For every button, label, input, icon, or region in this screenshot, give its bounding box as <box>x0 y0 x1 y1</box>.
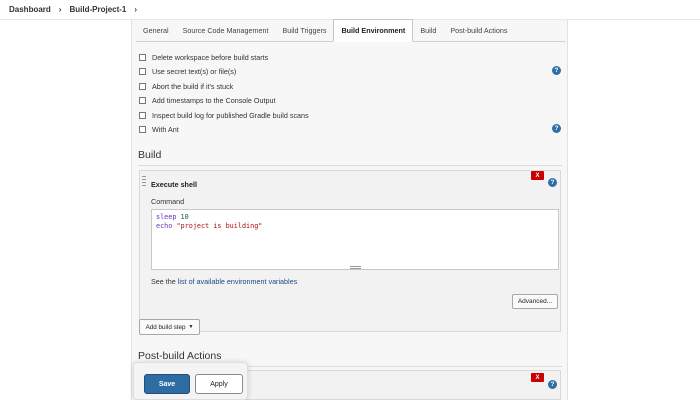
save-button[interactable]: Save <box>144 374 190 394</box>
breadcrumb-dashboard[interactable]: Dashboard <box>9 5 51 14</box>
help-icon[interactable]: ? <box>552 66 561 75</box>
tab-build-triggers[interactable]: Build Triggers <box>275 19 333 41</box>
env-vars-link[interactable]: list of available environment variables <box>178 277 297 286</box>
post-build-section-title: Post-build Actions <box>138 350 222 362</box>
section-divider <box>138 165 562 166</box>
delete-step-button[interactable]: X <box>531 171 544 180</box>
tab-post-build-actions[interactable]: Post-build Actions <box>443 19 514 41</box>
delete-post-build-button[interactable]: X <box>531 373 544 382</box>
option-timestamps: Add timestamps to the Console Output <box>139 95 275 105</box>
code-line-2: echo "project is building" <box>156 221 263 230</box>
option-label: Inspect build log for published Gradle b… <box>152 110 309 120</box>
command-textarea[interactable]: sleep 10 echo "project is building" <box>151 209 559 270</box>
config-panel: General Source Code Management Build Tri… <box>131 19 568 400</box>
execute-shell-step: Execute shell X ? Command sleep 10 echo … <box>139 170 561 332</box>
option-label: Abort the build if it's stuck <box>152 81 234 91</box>
timestamps-checkbox[interactable] <box>139 96 146 104</box>
add-build-step-button[interactable]: Add build step ▼ <box>139 319 200 335</box>
abort-stuck-checkbox[interactable] <box>139 82 146 90</box>
tab-build[interactable]: Build <box>413 19 443 41</box>
step-title: Execute shell <box>151 180 197 189</box>
option-label: With Ant <box>152 124 179 134</box>
option-secret-text: Use secret text(s) or file(s) <box>139 66 236 76</box>
help-icon[interactable]: ? <box>548 380 557 389</box>
breadcrumb-separator-icon: › <box>58 5 62 14</box>
option-gradle-scans: Inspect build log for published Gradle b… <box>139 110 309 120</box>
command-label: Command <box>151 197 185 206</box>
breadcrumb: Dashboard › Build-Project-1 › <box>0 0 700 20</box>
advanced-button[interactable]: Advanced... <box>512 294 558 309</box>
tab-build-environment[interactable]: Build Environment <box>333 19 414 42</box>
apply-button[interactable]: Apply <box>195 374 243 394</box>
breadcrumb-separator-icon: › <box>134 5 138 14</box>
delete-workspace-checkbox[interactable] <box>139 53 146 61</box>
option-label: Delete workspace before build starts <box>152 52 269 62</box>
build-section-title: Build <box>138 149 162 161</box>
secret-text-checkbox[interactable] <box>139 67 146 75</box>
help-icon[interactable]: ? <box>548 178 557 187</box>
option-label: Use secret text(s) or file(s) <box>152 66 237 76</box>
add-build-step-label: Add build step <box>145 323 186 331</box>
breadcrumb-project[interactable]: Build-Project-1 <box>69 5 126 14</box>
code-line-1: sleep 10 <box>156 213 189 221</box>
with-ant-checkbox[interactable] <box>139 125 146 133</box>
caret-down-icon: ▼ <box>188 324 194 330</box>
config-tabbar: General Source Code Management Build Tri… <box>136 19 565 42</box>
drag-handle-icon[interactable] <box>142 176 146 190</box>
gradle-scans-checkbox[interactable] <box>139 111 146 119</box>
option-delete-workspace: Delete workspace before build starts <box>139 52 268 62</box>
save-apply-bar: Save Apply <box>133 362 248 400</box>
resize-handle-icon[interactable] <box>350 266 361 269</box>
tab-source-code-management[interactable]: Source Code Management <box>176 19 276 41</box>
help-icon[interactable]: ? <box>552 124 561 133</box>
env-vars-hint: See the list of available environment va… <box>151 277 297 286</box>
tab-general[interactable]: General <box>136 19 176 41</box>
option-with-ant: With Ant <box>139 124 179 134</box>
env-vars-text: See the <box>151 277 178 286</box>
option-label: Add timestamps to the Console Output <box>152 95 276 105</box>
option-abort-stuck: Abort the build if it's stuck <box>139 81 233 91</box>
